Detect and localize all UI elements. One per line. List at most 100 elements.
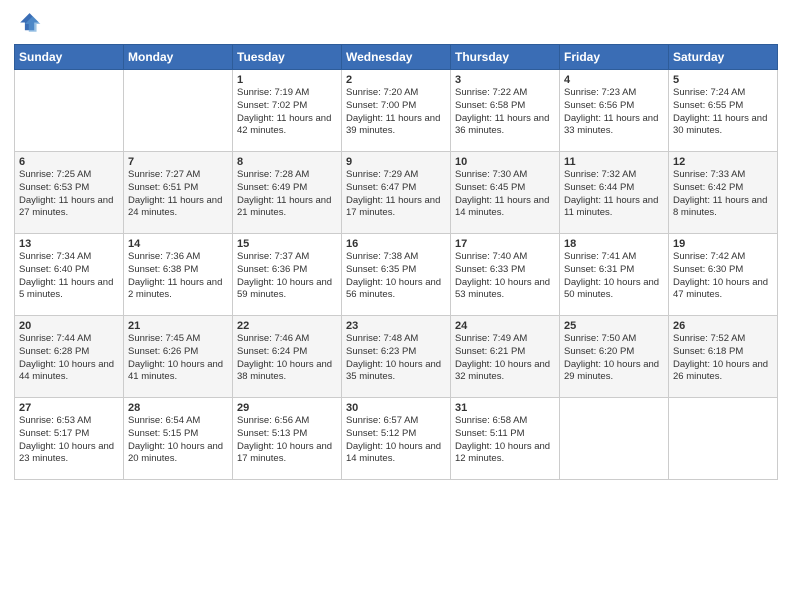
day-cell — [124, 70, 233, 152]
day-number: 14 — [128, 238, 228, 250]
week-row-2: 6Sunrise: 7:25 AM Sunset: 6:53 PM Daylig… — [15, 152, 778, 234]
day-number: 3 — [455, 74, 555, 86]
day-cell: 4Sunrise: 7:23 AM Sunset: 6:56 PM Daylig… — [560, 70, 669, 152]
day-number: 30 — [346, 402, 446, 414]
day-number: 1 — [237, 74, 337, 86]
week-row-1: 1Sunrise: 7:19 AM Sunset: 7:02 PM Daylig… — [15, 70, 778, 152]
day-number: 7 — [128, 156, 228, 168]
day-number: 5 — [673, 74, 773, 86]
day-cell: 3Sunrise: 7:22 AM Sunset: 6:58 PM Daylig… — [451, 70, 560, 152]
day-cell: 14Sunrise: 7:36 AM Sunset: 6:38 PM Dayli… — [124, 234, 233, 316]
day-info: Sunrise: 7:27 AM Sunset: 6:51 PM Dayligh… — [128, 169, 228, 220]
week-row-5: 27Sunrise: 6:53 AM Sunset: 5:17 PM Dayli… — [15, 398, 778, 480]
day-number: 22 — [237, 320, 337, 332]
day-cell: 6Sunrise: 7:25 AM Sunset: 6:53 PM Daylig… — [15, 152, 124, 234]
day-cell: 31Sunrise: 6:58 AM Sunset: 5:11 PM Dayli… — [451, 398, 560, 480]
day-info: Sunrise: 6:56 AM Sunset: 5:13 PM Dayligh… — [237, 415, 337, 466]
day-info: Sunrise: 7:48 AM Sunset: 6:23 PM Dayligh… — [346, 333, 446, 384]
day-cell: 7Sunrise: 7:27 AM Sunset: 6:51 PM Daylig… — [124, 152, 233, 234]
day-number: 8 — [237, 156, 337, 168]
day-info: Sunrise: 7:24 AM Sunset: 6:55 PM Dayligh… — [673, 87, 773, 138]
day-info: Sunrise: 7:40 AM Sunset: 6:33 PM Dayligh… — [455, 251, 555, 302]
day-cell: 19Sunrise: 7:42 AM Sunset: 6:30 PM Dayli… — [669, 234, 778, 316]
day-info: Sunrise: 7:32 AM Sunset: 6:44 PM Dayligh… — [564, 169, 664, 220]
calendar-table: SundayMondayTuesdayWednesdayThursdayFrid… — [14, 44, 778, 480]
day-number: 28 — [128, 402, 228, 414]
day-info: Sunrise: 7:23 AM Sunset: 6:56 PM Dayligh… — [564, 87, 664, 138]
day-info: Sunrise: 7:33 AM Sunset: 6:42 PM Dayligh… — [673, 169, 773, 220]
day-info: Sunrise: 7:34 AM Sunset: 6:40 PM Dayligh… — [19, 251, 119, 302]
day-number: 31 — [455, 402, 555, 414]
day-number: 6 — [19, 156, 119, 168]
day-number: 10 — [455, 156, 555, 168]
day-cell: 2Sunrise: 7:20 AM Sunset: 7:00 PM Daylig… — [342, 70, 451, 152]
day-number: 21 — [128, 320, 228, 332]
day-info: Sunrise: 6:54 AM Sunset: 5:15 PM Dayligh… — [128, 415, 228, 466]
day-cell: 12Sunrise: 7:33 AM Sunset: 6:42 PM Dayli… — [669, 152, 778, 234]
day-number: 17 — [455, 238, 555, 250]
day-info: Sunrise: 7:20 AM Sunset: 7:00 PM Dayligh… — [346, 87, 446, 138]
header-cell-tuesday: Tuesday — [233, 45, 342, 70]
day-cell: 20Sunrise: 7:44 AM Sunset: 6:28 PM Dayli… — [15, 316, 124, 398]
day-cell: 5Sunrise: 7:24 AM Sunset: 6:55 PM Daylig… — [669, 70, 778, 152]
header-cell-saturday: Saturday — [669, 45, 778, 70]
day-number: 23 — [346, 320, 446, 332]
day-cell: 21Sunrise: 7:45 AM Sunset: 6:26 PM Dayli… — [124, 316, 233, 398]
day-info: Sunrise: 7:28 AM Sunset: 6:49 PM Dayligh… — [237, 169, 337, 220]
day-cell: 17Sunrise: 7:40 AM Sunset: 6:33 PM Dayli… — [451, 234, 560, 316]
day-number: 13 — [19, 238, 119, 250]
day-info: Sunrise: 7:19 AM Sunset: 7:02 PM Dayligh… — [237, 87, 337, 138]
day-number: 2 — [346, 74, 446, 86]
logo — [14, 10, 46, 38]
day-cell: 8Sunrise: 7:28 AM Sunset: 6:49 PM Daylig… — [233, 152, 342, 234]
day-number: 18 — [564, 238, 664, 250]
header-cell-thursday: Thursday — [451, 45, 560, 70]
day-number: 20 — [19, 320, 119, 332]
day-number: 29 — [237, 402, 337, 414]
day-info: Sunrise: 7:45 AM Sunset: 6:26 PM Dayligh… — [128, 333, 228, 384]
day-cell — [669, 398, 778, 480]
day-cell: 22Sunrise: 7:46 AM Sunset: 6:24 PM Dayli… — [233, 316, 342, 398]
day-info: Sunrise: 6:53 AM Sunset: 5:17 PM Dayligh… — [19, 415, 119, 466]
day-cell: 30Sunrise: 6:57 AM Sunset: 5:12 PM Dayli… — [342, 398, 451, 480]
day-cell: 1Sunrise: 7:19 AM Sunset: 7:02 PM Daylig… — [233, 70, 342, 152]
day-info: Sunrise: 6:57 AM Sunset: 5:12 PM Dayligh… — [346, 415, 446, 466]
day-number: 25 — [564, 320, 664, 332]
day-number: 26 — [673, 320, 773, 332]
week-row-4: 20Sunrise: 7:44 AM Sunset: 6:28 PM Dayli… — [15, 316, 778, 398]
day-info: Sunrise: 7:44 AM Sunset: 6:28 PM Dayligh… — [19, 333, 119, 384]
day-number: 24 — [455, 320, 555, 332]
day-info: Sunrise: 7:46 AM Sunset: 6:24 PM Dayligh… — [237, 333, 337, 384]
day-info: Sunrise: 7:38 AM Sunset: 6:35 PM Dayligh… — [346, 251, 446, 302]
day-cell: 16Sunrise: 7:38 AM Sunset: 6:35 PM Dayli… — [342, 234, 451, 316]
day-info: Sunrise: 7:29 AM Sunset: 6:47 PM Dayligh… — [346, 169, 446, 220]
day-number: 15 — [237, 238, 337, 250]
header-cell-wednesday: Wednesday — [342, 45, 451, 70]
day-cell: 23Sunrise: 7:48 AM Sunset: 6:23 PM Dayli… — [342, 316, 451, 398]
day-number: 27 — [19, 402, 119, 414]
header-row: SundayMondayTuesdayWednesdayThursdayFrid… — [15, 45, 778, 70]
header-cell-sunday: Sunday — [15, 45, 124, 70]
day-info: Sunrise: 7:25 AM Sunset: 6:53 PM Dayligh… — [19, 169, 119, 220]
day-number: 9 — [346, 156, 446, 168]
day-cell: 27Sunrise: 6:53 AM Sunset: 5:17 PM Dayli… — [15, 398, 124, 480]
day-number: 11 — [564, 156, 664, 168]
day-info: Sunrise: 7:41 AM Sunset: 6:31 PM Dayligh… — [564, 251, 664, 302]
day-info: Sunrise: 7:22 AM Sunset: 6:58 PM Dayligh… — [455, 87, 555, 138]
day-cell: 11Sunrise: 7:32 AM Sunset: 6:44 PM Dayli… — [560, 152, 669, 234]
day-info: Sunrise: 7:52 AM Sunset: 6:18 PM Dayligh… — [673, 333, 773, 384]
day-cell: 9Sunrise: 7:29 AM Sunset: 6:47 PM Daylig… — [342, 152, 451, 234]
day-cell: 25Sunrise: 7:50 AM Sunset: 6:20 PM Dayli… — [560, 316, 669, 398]
day-number: 16 — [346, 238, 446, 250]
day-cell: 24Sunrise: 7:49 AM Sunset: 6:21 PM Dayli… — [451, 316, 560, 398]
header-cell-friday: Friday — [560, 45, 669, 70]
day-number: 12 — [673, 156, 773, 168]
day-cell: 10Sunrise: 7:30 AM Sunset: 6:45 PM Dayli… — [451, 152, 560, 234]
day-cell: 26Sunrise: 7:52 AM Sunset: 6:18 PM Dayli… — [669, 316, 778, 398]
page: SundayMondayTuesdayWednesdayThursdayFrid… — [0, 0, 792, 490]
day-number: 4 — [564, 74, 664, 86]
day-info: Sunrise: 7:50 AM Sunset: 6:20 PM Dayligh… — [564, 333, 664, 384]
day-info: Sunrise: 7:49 AM Sunset: 6:21 PM Dayligh… — [455, 333, 555, 384]
day-cell: 13Sunrise: 7:34 AM Sunset: 6:40 PM Dayli… — [15, 234, 124, 316]
logo-icon — [14, 10, 42, 38]
